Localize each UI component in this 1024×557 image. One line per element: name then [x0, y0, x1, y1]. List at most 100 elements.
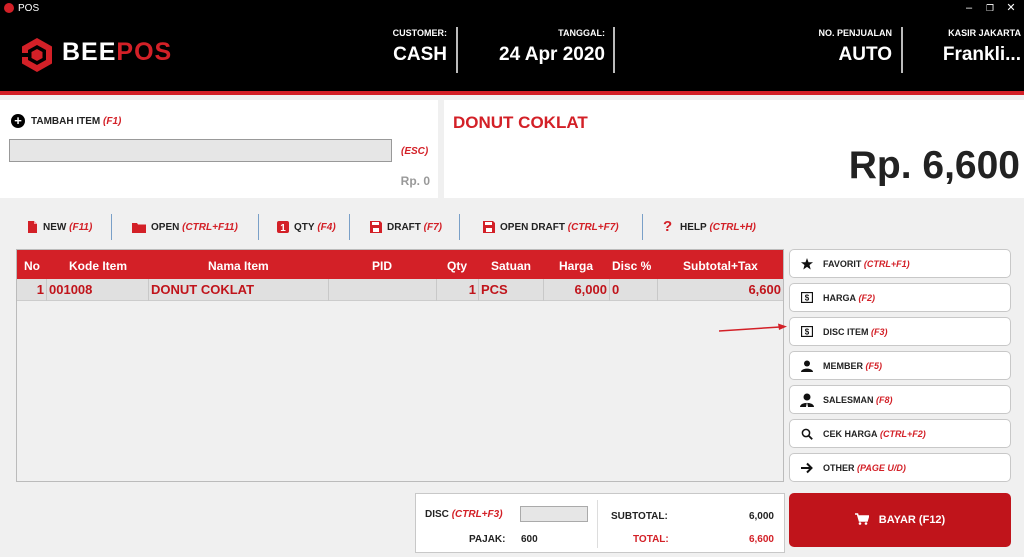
esc-hint: (ESC)	[401, 146, 429, 157]
col-header-disc[interactable]: Disc %	[612, 259, 651, 273]
add-item-label[interactable]: TAMBAH ITEM (F1)	[31, 116, 121, 127]
search-icon	[800, 428, 814, 440]
dollar-icon: $	[800, 326, 814, 337]
date-label: TANGGAL:	[558, 28, 605, 38]
new-button[interactable]: NEW (F11)	[26, 212, 92, 242]
qty-icon: 1	[277, 221, 289, 233]
header-divider	[613, 27, 615, 73]
header-divider	[901, 27, 903, 73]
restore-icon[interactable]: ❐	[983, 1, 997, 15]
logo-bee: BEE	[62, 38, 117, 66]
col-header-no[interactable]: No	[24, 259, 40, 273]
date-cell[interactable]: TANGGAL: 24 Apr 2020	[499, 28, 605, 66]
current-total-price: Rp. 6,600	[848, 144, 1020, 187]
col-header-subtotal[interactable]: Subtotal+Tax	[683, 259, 758, 273]
add-item-icon[interactable]: +	[11, 114, 25, 128]
close-icon[interactable]: ✕	[1004, 1, 1018, 15]
app-icon	[4, 3, 14, 13]
cashier-label: KASIR JAKARTA	[948, 28, 1021, 38]
item-search-input[interactable]	[9, 139, 392, 162]
open-button[interactable]: OPEN (CTRL+F11)	[132, 212, 238, 242]
item-input-panel: + TAMBAH ITEM (F1) (ESC) Rp. 0	[0, 100, 438, 198]
subtotal-label: SUBTOTAL:	[611, 511, 668, 522]
total-value: 6,600	[748, 534, 774, 545]
toolbar-divider	[349, 214, 350, 240]
pajak-value: 600	[521, 534, 538, 545]
cell-kode-item: 001008	[47, 279, 149, 301]
cell-harga: 6,000	[544, 279, 610, 301]
bayar-button[interactable]: BAYAR (F12)	[789, 493, 1011, 547]
salesman-icon	[800, 393, 814, 407]
table-row[interactable]: 1 001008 DONUT COKLAT 1 PCS 6,000 0 6,60…	[17, 279, 783, 301]
qty-button[interactable]: 1 QTY (F4)	[277, 212, 336, 242]
sale-no-value: AUTO	[838, 44, 892, 65]
cell-subtotal: 6,600	[748, 282, 781, 297]
disc-input[interactable]	[520, 506, 588, 522]
item-display-panel: DONUT COKLAT Rp. 6,600	[444, 100, 1024, 198]
current-item-name: DONUT COKLAT	[453, 113, 588, 132]
col-header-kode-item[interactable]: Kode Item	[69, 259, 127, 273]
save-icon	[370, 221, 382, 233]
star-icon	[800, 257, 814, 270]
item-table[interactable]: No Kode Item Nama Item PID Qty Satuan Ha…	[16, 249, 784, 482]
toolbar-divider	[459, 214, 460, 240]
window-title: POS	[18, 3, 40, 14]
customer-cell[interactable]: CUSTOMER: CASH	[393, 28, 447, 66]
cell-disc: 0	[610, 279, 658, 301]
item-price-small: Rp. 0	[400, 174, 430, 188]
harga-button[interactable]: $ HARGA (F2)	[789, 283, 1011, 312]
col-header-pid[interactable]: PID	[372, 259, 392, 273]
toolbar-divider	[642, 214, 643, 240]
col-header-satuan[interactable]: Satuan	[491, 259, 531, 273]
subtotal-value: 6,000	[748, 511, 774, 522]
help-icon: ?	[663, 218, 673, 235]
col-header-qty[interactable]: Qty	[447, 259, 467, 273]
customer-value: CASH	[393, 44, 447, 65]
total-label: TOTAL:	[633, 534, 669, 545]
table-header: No Kode Item Nama Item PID Qty Satuan Ha…	[17, 250, 783, 279]
cashier-value: Frankli...	[942, 44, 1021, 65]
annotation-arrow	[719, 323, 787, 332]
minimize-icon[interactable]: –	[962, 1, 976, 15]
header-accent-line	[0, 91, 1024, 95]
cell-pid	[329, 279, 437, 301]
toolbar-divider	[258, 214, 259, 240]
pajak-label: PAJAK:	[469, 534, 506, 545]
svg-text:$: $	[805, 294, 810, 303]
member-button[interactable]: MEMBER (F5)	[789, 351, 1011, 380]
dollar-icon: $	[800, 292, 814, 303]
col-header-nama-item[interactable]: Nama Item	[208, 259, 269, 273]
bee-logo-icon	[22, 38, 52, 72]
favorit-button[interactable]: FAVORIT (CTRL+F1)	[789, 249, 1011, 278]
person-icon	[800, 360, 814, 372]
cashier-cell: KASIR JAKARTA Frankli...	[943, 28, 1021, 66]
cell-nama-item: DONUT COKLAT	[149, 279, 329, 301]
action-toolbar: NEW (F11) OPEN (CTRL+F11) 1 QTY (F4) DRA…	[0, 212, 790, 242]
cart-icon	[854, 512, 870, 528]
help-button[interactable]: ? HELP (CTRL+H)	[663, 212, 756, 242]
logo-pos: POS	[116, 38, 173, 66]
cell-no: 1	[17, 279, 47, 301]
customer-label: CUSTOMER:	[392, 28, 447, 38]
sale-no-cell: NO. PENJUALAN AUTO	[818, 28, 892, 66]
cell-satuan: PCS	[479, 279, 544, 301]
summary-divider	[597, 500, 598, 548]
arrow-right-icon	[800, 462, 814, 474]
open-draft-button[interactable]: OPEN DRAFT (CTRL+F7)	[483, 212, 619, 242]
other-button[interactable]: OTHER (PAGE U/D)	[789, 453, 1011, 482]
logo-text: BEEPOS	[62, 38, 172, 67]
svg-text:$: $	[805, 328, 810, 337]
draft-button[interactable]: DRAFT (F7)	[370, 212, 442, 242]
cell-qty: 1	[437, 279, 479, 301]
toolbar-divider	[111, 214, 112, 240]
col-header-harga[interactable]: Harga	[559, 259, 593, 273]
date-value: 24 Apr 2020	[499, 44, 605, 65]
file-icon	[28, 221, 37, 233]
cek-harga-button[interactable]: CEK HARGA (CTRL+F2)	[789, 419, 1011, 448]
disc-item-button[interactable]: $ DISC ITEM (F3)	[789, 317, 1011, 346]
salesman-button[interactable]: SALESMAN (F8)	[789, 385, 1011, 414]
title-bar: POS – ❐ ✕	[0, 0, 1024, 17]
folder-icon	[132, 223, 146, 233]
svg-text:1: 1	[280, 223, 286, 233]
summary-panel: DISC (CTRL+F3) PAJAK: 600 SUBTOTAL: 6,00…	[415, 493, 785, 553]
